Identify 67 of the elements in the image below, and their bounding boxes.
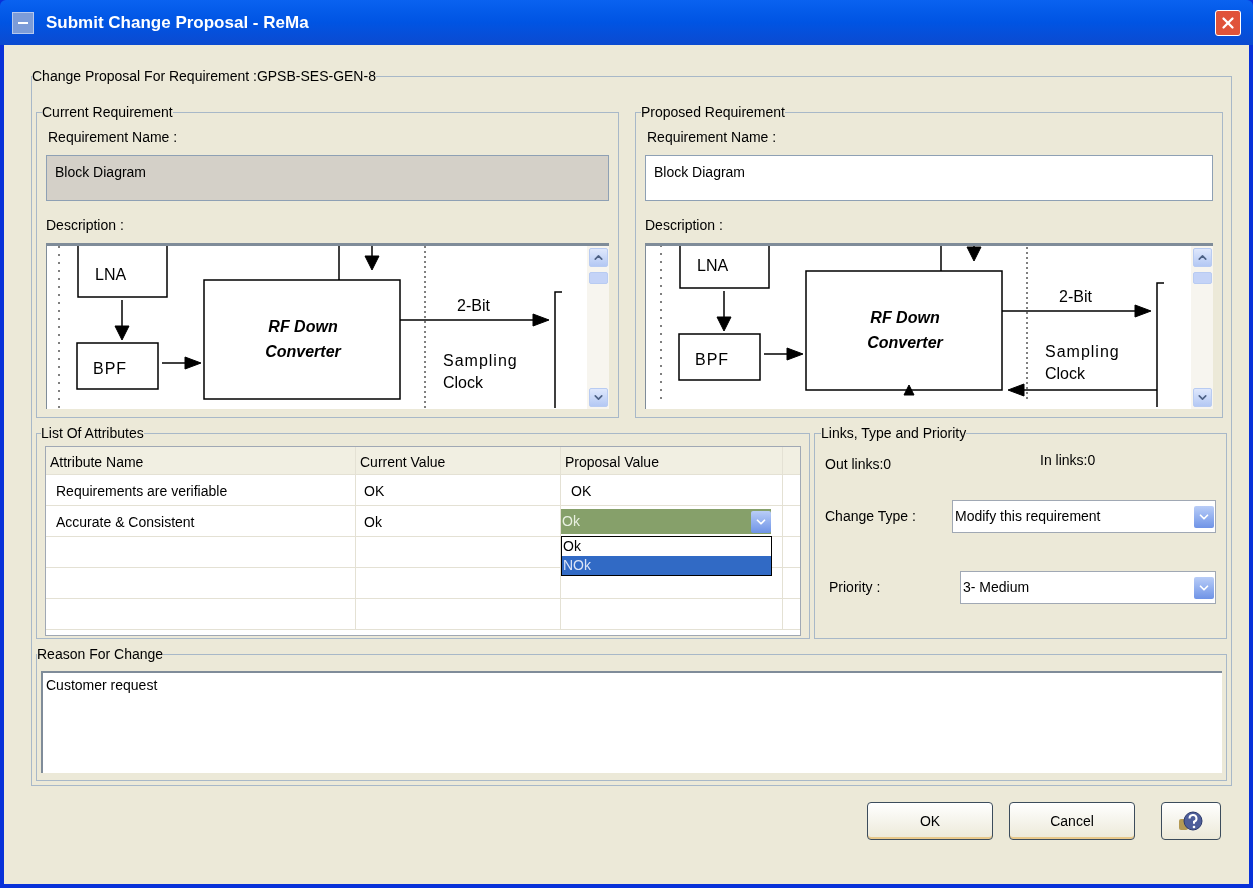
priority-dropdown[interactable]: 3- Medium (960, 571, 1216, 604)
table-cell: Requirements are verifiable (46, 475, 356, 505)
scroll-down-button[interactable] (588, 388, 608, 407)
dropdown-arrow-button[interactable] (1194, 505, 1214, 528)
group-title: Links, Type and Priority (821, 426, 967, 440)
diagram-label: RF Down (268, 318, 338, 335)
scroll-up-button[interactable] (588, 248, 608, 267)
field-label: Requirement Name : (647, 128, 778, 147)
help-icon (1178, 809, 1204, 833)
diagram-label: 2-Bit (457, 297, 490, 314)
table-cell: OK (561, 475, 783, 505)
field-label: Description : (46, 216, 125, 235)
window-title: Submit Change Proposal - ReMa (46, 11, 309, 34)
name-field[interactable]: Block Diagram (645, 155, 1213, 201)
in-links-count: In links:0 (1040, 451, 1096, 470)
diagram-label: LNA (95, 266, 127, 283)
diagram-label: 2-Bit (1059, 288, 1092, 305)
scrollbar[interactable] (587, 246, 609, 409)
scroll-down-button[interactable] (1192, 388, 1212, 407)
change-type-dropdown[interactable]: Modify this requirement (952, 500, 1216, 533)
scrollbar[interactable] (1191, 246, 1213, 409)
diagram-label: BPF (695, 351, 730, 368)
scroll-up-button[interactable] (1192, 248, 1212, 267)
scroll-thumb[interactable] (588, 271, 608, 284)
description-area[interactable]: LNA BPF RF Down Converter 2-Bit Sampling Clock (645, 243, 1213, 409)
column-header[interactable]: Current Value (356, 447, 561, 474)
diagram-label: Clock (443, 374, 483, 391)
diagram-label: Converter (265, 343, 341, 360)
dropdown-arrow-button[interactable] (751, 510, 771, 533)
dialog-button[interactable]: Cancel (1009, 802, 1135, 840)
diagram-label: Sampling (443, 352, 518, 369)
arrow (114, 299, 130, 341)
dialog-button[interactable]: OK (867, 802, 993, 840)
field-label: Requirement Name : (48, 128, 179, 147)
help-button[interactable] (1161, 802, 1221, 840)
group-title: Reason For Change (37, 647, 164, 661)
window-icon (12, 11, 34, 34)
close-button[interactable] (1215, 9, 1241, 36)
diagram-label: RF Down (870, 309, 940, 326)
dropdown-arrow-button[interactable] (1194, 576, 1214, 599)
arrow (763, 347, 804, 361)
reason-text-area[interactable]: Customer request (41, 671, 1222, 773)
diagram-label: LNA (697, 257, 729, 274)
arrow-head (903, 384, 915, 396)
group-title: Proposed Requirement (641, 105, 785, 119)
table-cell: Accurate & Consistent (46, 506, 356, 536)
diagram-label: Converter (867, 334, 943, 351)
column-header[interactable]: Attribute Name (46, 447, 356, 474)
arrow (716, 290, 732, 332)
arrow (966, 246, 982, 262)
group-title: Current Requirement (42, 105, 173, 119)
diagram-label: Clock (1045, 365, 1085, 382)
field-label: Description : (645, 216, 724, 235)
out-links-count: Out links:0 (825, 455, 893, 474)
column-header[interactable]: Proposal Value (561, 447, 783, 474)
arrow (161, 356, 202, 370)
scroll-thumb[interactable] (1192, 271, 1212, 284)
group-title: Change Proposal For Requirement :GPSB-SES-GEN-8 (32, 69, 376, 83)
table-cell: OK (356, 475, 561, 505)
connector-line (338, 246, 340, 281)
diagram-label: Sampling (1045, 343, 1120, 360)
diagram-label: BPF (93, 360, 128, 377)
arrow (364, 246, 380, 271)
field-label: Priority : (828, 578, 882, 597)
group-title: List Of Attributes (41, 426, 144, 440)
connector-line (940, 246, 942, 272)
dropdown-option[interactable]: NOk (562, 556, 771, 575)
